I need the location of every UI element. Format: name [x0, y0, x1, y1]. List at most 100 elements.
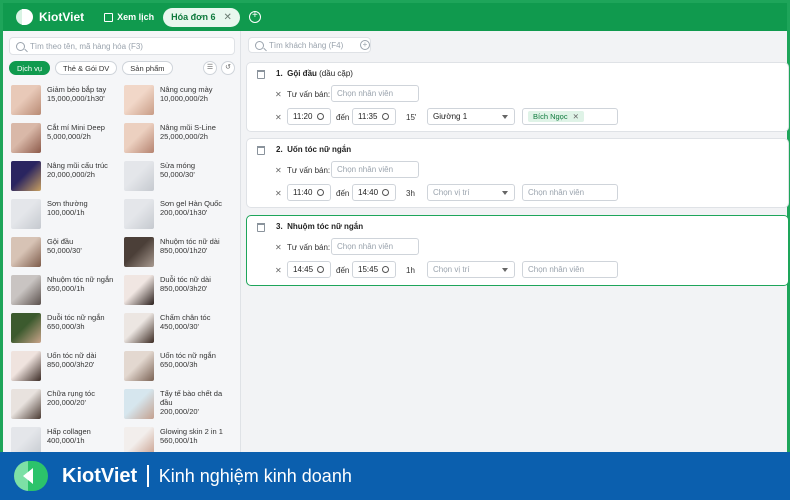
trash-icon[interactable] — [257, 146, 265, 155]
position-select[interactable]: Chọn vị trí — [427, 184, 515, 201]
schedule-link[interactable]: Xem lịch — [104, 12, 154, 22]
filter-products[interactable]: Sản phẩm — [122, 61, 173, 75]
product-name: Gội đầu — [47, 237, 74, 246]
tab-invoice-6[interactable]: Hóa đơn 6 ✕ — [163, 7, 240, 27]
consultant-select[interactable]: Chọn nhân viên — [331, 85, 419, 102]
product-thumbnail — [124, 161, 154, 191]
position-select[interactable]: Chọn vị trí — [427, 261, 515, 278]
service-line[interactable]: 3. Nhuộm tóc nữ ngắn ✕ Tư vấn bán: Chọn nh… — [246, 215, 789, 286]
remove-consultant-icon[interactable]: ✕ — [275, 90, 282, 99]
product-item[interactable]: Chấm chân tóc 450,000/30' — [124, 313, 236, 347]
product-thumbnail — [11, 123, 41, 153]
product-thumbnail — [11, 161, 41, 191]
start-time-input[interactable]: 14:45 — [287, 261, 331, 278]
remove-time-icon[interactable]: ✕ — [275, 266, 282, 275]
product-price: 850,000/3h20' — [160, 284, 208, 293]
duration-label: 3h — [406, 189, 415, 198]
customer-search-placeholder: Tìm khách hàng (F4) — [269, 40, 344, 50]
product-price: 200,000/1h30' — [160, 208, 208, 217]
remove-time-icon[interactable]: ✕ — [275, 189, 282, 198]
product-search-input[interactable]: Tìm theo tên, mã hàng hóa (F3) — [9, 37, 235, 55]
product-item[interactable]: Uốn tóc nữ dài 850,000/3h20' — [11, 351, 123, 385]
add-customer-icon[interactable]: + — [360, 40, 370, 50]
product-item[interactable]: Sửa móng 50,000/30' — [124, 161, 236, 195]
clock-icon — [382, 266, 389, 273]
service-name: Gội đầu — [287, 69, 317, 78]
kiotviet-logo-icon — [16, 8, 34, 26]
position-select[interactable]: Giường 1 — [427, 108, 515, 125]
product-name: Cắt mí Mini Deep — [47, 123, 105, 132]
product-item[interactable]: Nâng cung mày 10,000,000/2h — [124, 85, 236, 119]
product-price: 650,000/3h — [47, 322, 85, 331]
clock-icon — [317, 266, 324, 273]
product-name: Chữa rụng tóc — [47, 389, 95, 398]
product-item[interactable]: Duỗi tóc nữ ngắn 650,000/3h — [11, 313, 123, 347]
product-name: Nâng cung mày — [160, 85, 213, 94]
product-thumbnail — [124, 123, 154, 153]
consultant-select[interactable]: Chọn nhân viên — [331, 161, 419, 178]
staff-select[interactable]: Bích Ngọc ✕ — [522, 108, 618, 125]
product-item[interactable]: Giảm béo bắp tay 15,000,000/1h30' — [11, 85, 123, 119]
start-time-input[interactable]: 11:20 — [287, 108, 331, 125]
close-icon[interactable]: ✕ — [573, 112, 579, 121]
start-time-value: 11:40 — [293, 188, 313, 197]
consultant-placeholder: Chọn nhân viên — [337, 165, 394, 174]
end-time-input[interactable]: 15:45 — [352, 261, 396, 278]
product-item[interactable]: Nâng mũi S-Line 25,000,000/2h — [124, 123, 236, 157]
product-thumbnail — [11, 237, 41, 267]
product-thumbnail — [124, 275, 154, 305]
product-item[interactable]: Sơn thường 100,000/1h — [11, 199, 123, 233]
filter-services[interactable]: Dịch vụ — [9, 61, 51, 75]
to-label: đến — [336, 113, 350, 122]
trash-icon[interactable] — [257, 70, 265, 79]
product-name: Hấp collagen — [47, 427, 91, 436]
product-price: 450,000/30' — [160, 322, 199, 331]
product-name: Sơn thường — [47, 199, 88, 208]
staff-tag[interactable]: Bích Ngọc ✕ — [528, 111, 584, 122]
end-time-input[interactable]: 14:40 — [352, 184, 396, 201]
consultant-label: Tư vấn bán: — [287, 243, 331, 252]
product-thumbnail — [124, 351, 154, 381]
search-icon — [255, 40, 264, 50]
history-icon[interactable]: ↺ — [221, 61, 235, 75]
product-item[interactable]: Nhuộm tóc nữ dài 850,000/1h20' — [124, 237, 236, 271]
consultant-select[interactable]: Chọn nhân viên — [331, 238, 419, 255]
product-price: 200,000/20' — [47, 398, 86, 407]
staff-tag-label: Bích Ngọc — [533, 112, 568, 121]
remove-consultant-icon[interactable]: ✕ — [275, 243, 282, 252]
remove-consultant-icon[interactable]: ✕ — [275, 166, 282, 175]
product-item[interactable]: Uốn tóc nữ ngắn 650,000/3h — [124, 351, 236, 385]
product-price: 850,000/3h20' — [47, 360, 95, 369]
staff-select[interactable]: Chọn nhân viên — [522, 261, 618, 278]
staff-placeholder: Chọn nhân viên — [528, 265, 585, 274]
banner-brand: KiotViet — [62, 464, 138, 487]
close-icon[interactable]: ✕ — [224, 12, 232, 23]
kiotviet-logo-icon — [14, 461, 52, 491]
product-price: 200,000/20' — [160, 407, 199, 416]
trash-icon[interactable] — [257, 223, 265, 232]
staff-select[interactable]: Chọn nhân viên — [522, 184, 618, 201]
product-item[interactable]: Chữa rụng tóc 200,000/20' — [11, 389, 123, 423]
product-item[interactable]: Sơn gel Hàn Quốc 200,000/1h30' — [124, 199, 236, 233]
product-price: 850,000/1h20' — [160, 246, 208, 255]
service-line[interactable]: 1. Gội đầu (dầu cặp) ✕ Tư vấn bán: Chọn nhâ… — [246, 62, 789, 132]
product-item[interactable]: Nhuộm tóc nữ ngắn 650,000/1h — [11, 275, 123, 309]
app-brand: KiotViet — [39, 10, 85, 24]
product-item[interactable]: Tẩy tế bào chết da đầu 200,000/20' — [124, 389, 236, 423]
product-item[interactable]: Cắt mí Mini Deep 5,000,000/2h — [11, 123, 123, 157]
clock-icon — [317, 189, 324, 196]
customer-search-input[interactable]: Tìm khách hàng (F4) — [248, 37, 371, 53]
product-thumbnail — [124, 389, 154, 419]
remove-time-icon[interactable]: ✕ — [275, 113, 282, 122]
product-item[interactable]: Nâng mũi cấu trúc 20,000,000/2h — [11, 161, 123, 195]
end-time-input[interactable]: 11:35 — [352, 108, 396, 125]
duration-label: 1h — [406, 266, 415, 275]
plus-circle-icon[interactable]: + — [248, 11, 261, 23]
end-time-value: 11:35 — [358, 112, 378, 121]
list-view-icon[interactable]: ☰ — [203, 61, 217, 75]
filter-cards-packages[interactable]: Thẻ & Gói DV — [55, 61, 118, 75]
product-item[interactable]: Gội đầu 50,000/30' — [11, 237, 123, 271]
start-time-input[interactable]: 11:40 — [287, 184, 331, 201]
product-item[interactable]: Duỗi tóc nữ dài 850,000/3h20' — [124, 275, 236, 309]
service-line[interactable]: 2. Uốn tóc nữ ngắn ✕ Tư vấn bán: Chọn nhân… — [246, 138, 789, 208]
